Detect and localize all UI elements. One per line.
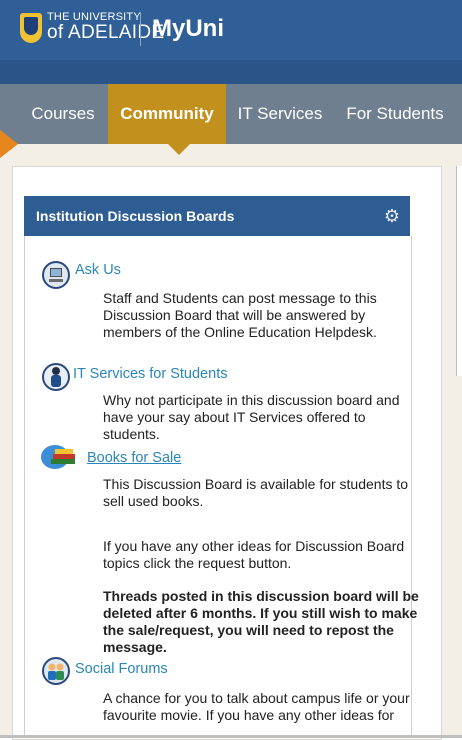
ask-us-link[interactable]: Ask Us bbox=[75, 262, 121, 278]
university-crest-icon bbox=[20, 13, 42, 43]
books-extra: If you have any other ideas for Discussi… bbox=[103, 538, 405, 571]
social-forums-description: A chance for you to talk about campus li… bbox=[103, 690, 410, 723]
module-body: Ask Us Staff and Students can post messa… bbox=[24, 236, 419, 738]
main-nav: Courses Community IT Services For Studen… bbox=[0, 84, 462, 144]
brand-title[interactable]: MyUni bbox=[152, 16, 224, 42]
module-header: Institution Discussion Boards ⚙ bbox=[24, 196, 410, 236]
gear-icon[interactable]: ⚙ bbox=[384, 207, 400, 225]
module-title: Institution Discussion Boards bbox=[36, 208, 235, 224]
tab-for-students[interactable]: For Students bbox=[334, 84, 456, 144]
ask-us-description: Staff and Students can post message to t… bbox=[103, 290, 377, 340]
person-icon bbox=[42, 363, 70, 391]
social-forums-link[interactable]: Social Forums bbox=[75, 661, 168, 677]
active-tab-pointer bbox=[168, 144, 190, 155]
tab-it-services[interactable]: IT Services bbox=[226, 84, 334, 144]
books-icon bbox=[41, 445, 75, 469]
group-icon bbox=[42, 657, 70, 685]
logo-divider bbox=[140, 12, 141, 46]
tab-courses[interactable]: Courses bbox=[18, 84, 108, 144]
header-subbar bbox=[0, 60, 462, 84]
tab-community[interactable]: Community bbox=[108, 84, 226, 144]
right-pane-edge bbox=[456, 166, 462, 376]
it-services-link[interactable]: IT Services for Students bbox=[73, 366, 227, 382]
computer-user-icon bbox=[42, 261, 70, 289]
site-header: THE UNIVERSITY of ADELAIDE MyUni bbox=[0, 0, 462, 60]
orange-arrow-icon bbox=[0, 130, 18, 158]
books-for-sale-link[interactable]: Books for Sale bbox=[87, 450, 181, 466]
books-description: This Discussion Board is available for s… bbox=[103, 476, 409, 509]
books-notice: Threads posted in this discussion board … bbox=[103, 588, 419, 655]
it-services-description: Why not participate in this discussion b… bbox=[103, 392, 400, 442]
logo-line-2: of ADELAIDE bbox=[47, 22, 165, 43]
